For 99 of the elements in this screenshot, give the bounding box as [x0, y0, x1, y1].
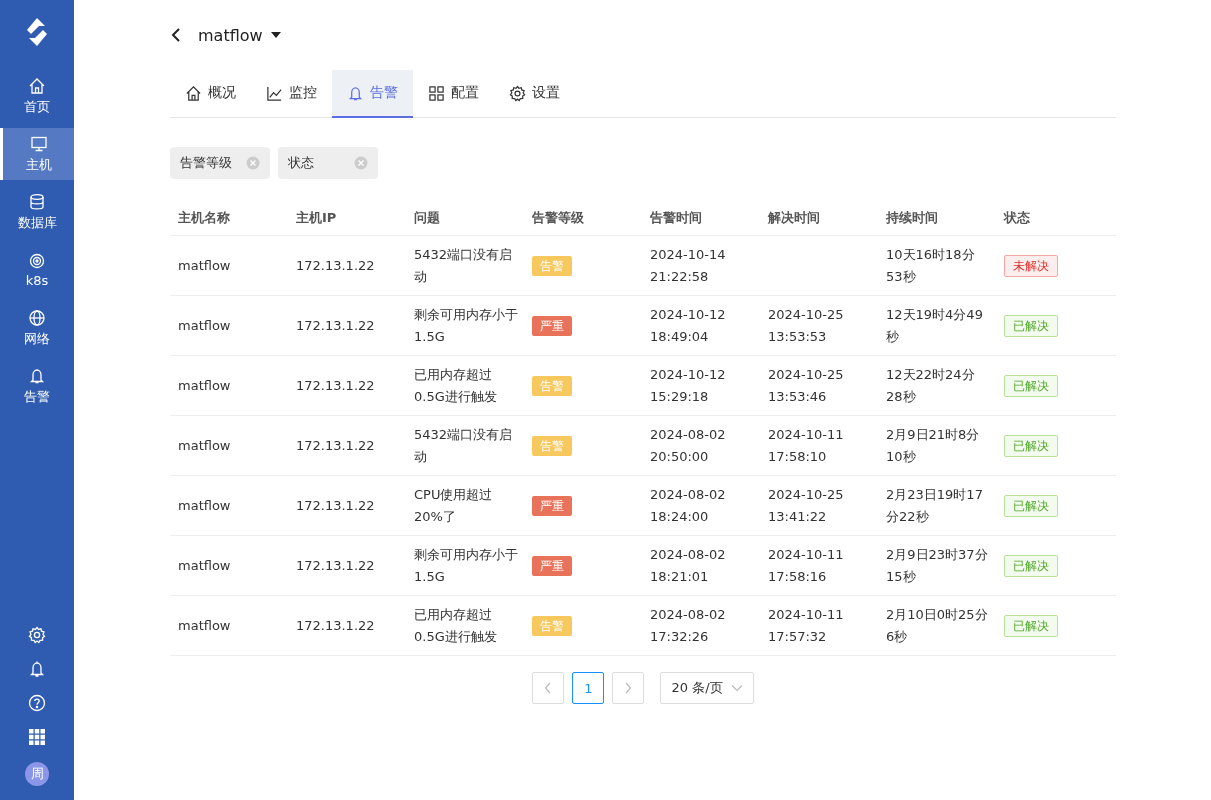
table-cell-text: 12天19时4分49秒 — [886, 305, 984, 346]
sidebar-item[interactable]: k8s — [0, 244, 74, 296]
bell-icon — [28, 366, 46, 385]
tab[interactable]: 监控 — [251, 70, 332, 118]
severity-tag: 告警 — [532, 435, 572, 456]
back-icon[interactable] — [170, 27, 182, 43]
table-cell-text: 已用内存超过0.5G进行触发 — [414, 365, 498, 406]
notification-icon[interactable] — [28, 660, 46, 678]
database-icon — [28, 192, 46, 211]
table-cell: matflow — [178, 377, 231, 393]
column-header: 持续时间 — [886, 210, 938, 225]
column-header: 主机IP — [296, 210, 337, 225]
grid-icon — [428, 84, 445, 102]
severity-tag: 告警 — [532, 255, 572, 276]
tab[interactable]: 告警 — [332, 70, 413, 118]
status-tag: 已解决 — [1004, 494, 1058, 517]
table-cell-text: 2月23日19时17分22秒 — [886, 485, 984, 526]
host-title[interactable]: matflow — [198, 25, 263, 45]
table-cell-text: 剩余可用内存小于1.5G — [414, 305, 518, 346]
column-header: 状态 — [1004, 210, 1030, 225]
home-icon — [185, 84, 202, 102]
filter-select[interactable]: 告警等级 — [170, 147, 270, 179]
table-cell-text: 2月9日23时37分15秒 — [886, 545, 989, 586]
table-cell-text: 2024-10-25 13:53:46 — [768, 365, 845, 406]
table-cell-text: 2024-10-12 15:29:18 — [650, 365, 727, 406]
target-icon — [28, 252, 46, 270]
sidebar-item[interactable]: 主机 — [0, 128, 74, 180]
table-cell-text: 5432端口没有启动 — [414, 425, 514, 466]
status-tag: 已解决 — [1004, 314, 1058, 337]
table-cell-text: 2月10日0时25分6秒 — [886, 605, 989, 646]
table-cell-text: 2024-10-11 17:58:10 — [768, 425, 845, 466]
table-cell: 172.13.1.22 — [296, 617, 375, 633]
column-header: 告警等级 — [532, 210, 584, 225]
filter-select[interactable]: 状态 — [278, 147, 378, 179]
column-header: 解决时间 — [768, 210, 820, 225]
table-cell: 172.13.1.22 — [296, 497, 375, 513]
status-tag: 已解决 — [1004, 374, 1058, 397]
table-cell-text: 12天22时24分28秒 — [886, 365, 976, 406]
table-cell: 172.13.1.22 — [296, 257, 375, 273]
page-button[interactable]: 1 — [572, 672, 605, 704]
status-tag: 已解决 — [1004, 434, 1058, 457]
table-cell-text: 2024-08-02 18:24:00 — [650, 485, 727, 526]
table-cell: 172.13.1.22 — [296, 317, 375, 333]
column-header: 告警时间 — [650, 210, 702, 225]
severity-tag: 严重 — [532, 495, 572, 516]
table-cell-text: 2月9日21时8分10秒 — [886, 425, 981, 466]
monitor-icon — [29, 134, 48, 153]
settings-icon — [509, 84, 526, 102]
table-cell: matflow — [178, 617, 231, 633]
table-cell-text: 2024-08-02 20:50:00 — [650, 425, 727, 466]
sidebar-item[interactable]: 首页 — [0, 70, 74, 122]
sidebar-item[interactable]: 告警 — [0, 360, 74, 412]
chevron-right-icon — [624, 682, 633, 694]
sidebar-item[interactable]: 网络 — [0, 302, 74, 354]
table-cell-text: 2024-10-25 13:53:53 — [768, 305, 845, 346]
tab[interactable]: 配置 — [413, 70, 494, 118]
column-header: 主机名称 — [178, 210, 230, 225]
table-cell-text: 2024-10-11 17:57:32 — [768, 605, 845, 646]
tab[interactable]: 设置 — [494, 70, 575, 118]
apps-grid-icon[interactable] — [28, 728, 46, 746]
table-cell: matflow — [178, 257, 231, 273]
home-icon — [28, 76, 46, 95]
table-cell-text: 2024-08-02 17:32:26 — [650, 605, 727, 646]
table-cell-text: 2024-10-11 17:58:16 — [768, 545, 845, 586]
bell-icon — [347, 84, 364, 102]
column-header: 问题 — [414, 210, 440, 225]
chevron-down-icon — [730, 684, 743, 692]
table-cell: 172.13.1.22 — [296, 437, 375, 453]
help-icon[interactable] — [28, 694, 46, 712]
table-cell-text: 5432端口没有启动 — [414, 245, 514, 286]
table-cell-text: 剩余可用内存小于1.5G — [414, 545, 518, 586]
globe-icon — [28, 308, 46, 327]
tab[interactable]: 概况 — [170, 70, 251, 118]
table-cell-text: CPU使用超过20%了 — [414, 485, 494, 526]
table-cell: matflow — [178, 497, 231, 513]
table-cell-text: 2024-10-14 21:22:58 — [650, 245, 727, 286]
status-tag: 已解决 — [1004, 614, 1058, 637]
table-cell-text: 10天16时18分53秒 — [886, 245, 976, 286]
table-cell-text: 2024-10-12 18:49:04 — [650, 305, 727, 346]
severity-tag: 告警 — [532, 375, 572, 396]
status-tag: 已解决 — [1004, 554, 1058, 577]
dropdown-caret-icon[interactable] — [270, 32, 281, 38]
line-chart-icon — [266, 84, 283, 102]
severity-tag: 严重 — [532, 315, 572, 336]
severity-tag: 严重 — [532, 555, 572, 576]
table-cell: matflow — [178, 557, 231, 573]
page-size-select[interactable]: 20 条/页 — [660, 672, 754, 704]
table-cell: 172.13.1.22 — [296, 377, 375, 393]
settings-icon[interactable] — [28, 626, 46, 644]
status-tag: 未解决 — [1004, 254, 1058, 277]
table-cell-text: 2024-10-25 13:41:22 — [768, 485, 845, 526]
table-cell-text: 2024-08-02 18:21:01 — [650, 545, 727, 586]
table-cell-text: 已用内存超过0.5G进行触发 — [414, 605, 498, 646]
sidebar-item[interactable]: 数据库 — [0, 186, 74, 238]
table-cell: matflow — [178, 437, 231, 453]
table-cell: matflow — [178, 317, 231, 333]
severity-tag: 告警 — [532, 615, 572, 636]
table-cell: 172.13.1.22 — [296, 557, 375, 573]
chevron-left-icon — [544, 682, 553, 694]
